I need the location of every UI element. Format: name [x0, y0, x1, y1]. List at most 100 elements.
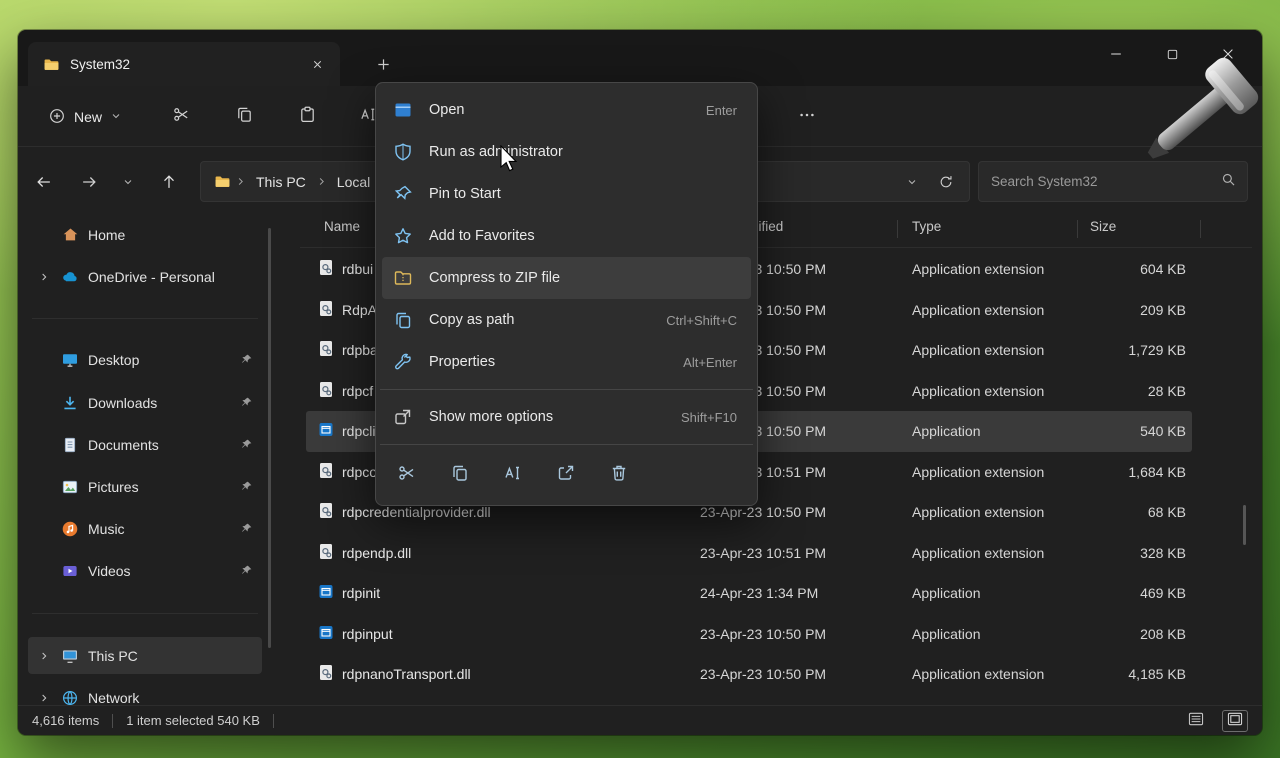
copy-icon	[450, 463, 470, 488]
column-divider[interactable]	[1077, 220, 1078, 238]
hammer-graphic	[1128, 44, 1278, 184]
file-size: 209 KB	[1006, 302, 1186, 318]
sidebar-item-home[interactable]: Home	[28, 216, 262, 253]
thumbnail-view-icon	[1227, 712, 1243, 729]
file-row[interactable]: rdpinit 24-Apr-23 1:34 PM Application 46…	[306, 573, 1192, 614]
pin-icon	[238, 564, 254, 577]
file-size: 540 KB	[1006, 423, 1186, 439]
file-size: 328 KB	[1006, 545, 1186, 561]
sidebar-item-music[interactable]: Music	[28, 510, 262, 547]
file-row[interactable]: rdpinput 23-Apr-23 10:50 PM Application …	[306, 614, 1192, 655]
home-icon	[61, 226, 79, 243]
star-icon	[392, 226, 414, 246]
videos-icon	[61, 562, 79, 580]
column-divider[interactable]	[897, 220, 898, 238]
column-header-name[interactable]: Name	[324, 219, 360, 234]
new-tab-button[interactable]	[368, 50, 398, 78]
menu-item-show-more-options[interactable]: Show more options Shift+F10	[382, 396, 751, 438]
pictures-icon	[61, 478, 79, 496]
share-icon	[556, 463, 576, 488]
sidebar-scrollbar[interactable]	[268, 228, 271, 648]
sidebar-item-documents[interactable]: Documents	[28, 426, 262, 463]
copy-button[interactable]	[224, 99, 264, 135]
paste-icon	[298, 105, 317, 129]
column-header-type[interactable]: Type	[912, 219, 941, 234]
file-modified: 23-Apr-23 10:50 PM	[700, 666, 826, 682]
tab-close-icon[interactable]	[304, 51, 330, 77]
file-name: rdpnanoTransport.dll	[342, 666, 471, 682]
menu-item-add-to-favorites[interactable]: Add to Favorites	[382, 215, 751, 257]
sidebar-item-onedrive[interactable]: OneDrive - Personal	[28, 258, 262, 295]
chevron-right-icon[interactable]	[36, 692, 52, 704]
cut-button[interactable]	[161, 99, 201, 135]
paste-button[interactable]	[287, 99, 327, 135]
app-file-icon	[318, 584, 334, 603]
chevron-right-icon	[316, 174, 327, 190]
file-name: rdpcli	[342, 423, 375, 439]
file-modified: 23-Apr-23 10:51 PM	[700, 545, 826, 561]
dll-file-icon	[318, 542, 334, 563]
new-button-label: New	[74, 109, 102, 125]
dll-file-icon	[318, 502, 334, 523]
dll-file-icon	[318, 380, 334, 401]
menu-item-open[interactable]: Open Enter	[382, 89, 751, 131]
chevron-down-icon	[110, 109, 122, 125]
sidebar-item-desktop[interactable]: Desktop	[28, 341, 262, 378]
desktop-icon	[61, 351, 79, 369]
sidebar-item-videos[interactable]: Videos	[28, 552, 262, 589]
status-bar: 4,616 items 1 item selected 540 KB	[18, 705, 1262, 735]
share-button[interactable]	[548, 457, 584, 493]
pin-icon	[238, 438, 254, 451]
see-more-button[interactable]	[787, 99, 827, 135]
recent-locations-button[interactable]	[114, 165, 142, 199]
file-modified: 23-Apr-23 10:50 PM	[700, 626, 826, 642]
breadcrumb-this-pc[interactable]: This PC	[250, 170, 312, 194]
file-row[interactable]: rdpendp.dll 23-Apr-23 10:51 PM Applicati…	[306, 533, 1192, 574]
show-more-icon	[392, 407, 414, 427]
menu-item-run-as-administrator[interactable]: Run as administrator	[382, 131, 751, 173]
wrench-icon	[392, 352, 414, 372]
new-button[interactable]: New	[36, 99, 134, 135]
file-size: 68 KB	[1006, 504, 1186, 520]
cut-button[interactable]	[389, 457, 425, 493]
rename-icon	[503, 463, 523, 488]
details-view-button[interactable]	[1183, 710, 1209, 732]
menu-item-compress-to-zip[interactable]: Compress to ZIP file	[382, 257, 751, 299]
menu-item-properties[interactable]: Properties Alt+Enter	[382, 341, 751, 383]
file-list-scrollbar[interactable]	[1243, 505, 1246, 545]
selection-info: 1 item selected 540 KB	[126, 713, 260, 728]
explorer-tab[interactable]: System32	[28, 42, 340, 86]
file-type: Application	[912, 423, 981, 439]
rename-button[interactable]	[495, 457, 531, 493]
cut-icon	[397, 463, 417, 488]
app-file-icon	[318, 422, 334, 441]
sidebar-item-downloads[interactable]: Downloads	[28, 384, 262, 421]
sidebar-divider	[32, 318, 258, 319]
file-type: Application	[912, 585, 981, 601]
ellipsis-icon	[798, 106, 816, 129]
back-button[interactable]	[27, 165, 61, 199]
chevron-right-icon[interactable]	[36, 650, 52, 662]
this-pc-icon	[61, 647, 79, 665]
copy-path-icon	[392, 310, 414, 330]
delete-button[interactable]	[601, 457, 637, 493]
menu-item-pin-to-start[interactable]: Pin to Start	[382, 173, 751, 215]
dll-file-icon	[318, 299, 334, 320]
music-icon	[61, 520, 79, 538]
column-header-size[interactable]: Size	[1090, 219, 1116, 234]
address-dropdown-button[interactable]	[897, 167, 927, 197]
forward-button[interactable]	[72, 165, 106, 199]
column-divider[interactable]	[1200, 220, 1201, 238]
thumbnail-view-button[interactable]	[1222, 710, 1248, 732]
menu-item-copy-as-path[interactable]: Copy as path Ctrl+Shift+C	[382, 299, 751, 341]
sidebar-item-pictures[interactable]: Pictures	[28, 468, 262, 505]
menu-divider	[380, 444, 753, 445]
file-row[interactable]: rdpnanoTransport.dll 23-Apr-23 10:50 PM …	[306, 654, 1192, 695]
sidebar-item-this-pc[interactable]: This PC	[28, 637, 262, 674]
up-button[interactable]	[152, 165, 186, 199]
refresh-button[interactable]	[931, 167, 961, 197]
cut-icon	[172, 105, 191, 129]
titlebar: System32	[18, 30, 1262, 86]
copy-button[interactable]	[442, 457, 478, 493]
chevron-right-icon[interactable]	[36, 271, 52, 283]
